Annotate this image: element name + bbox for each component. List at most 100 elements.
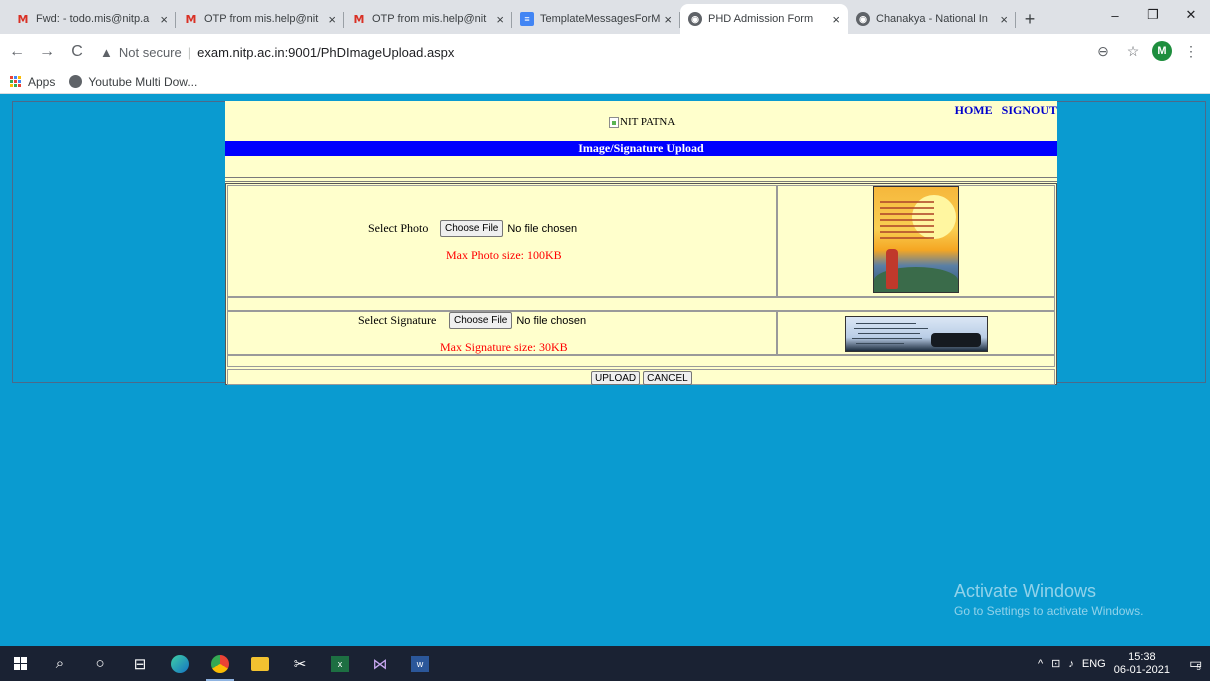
tab-close-icon[interactable]: ×	[832, 12, 840, 27]
signature-choose-file-button[interactable]: Choose File	[449, 312, 513, 329]
signature-preview-image	[845, 316, 988, 352]
address-bar[interactable]: ▲ Not secure | exam.nitp.ac.in:9001/PhDI…	[100, 41, 1080, 63]
new-tab-button[interactable]: +	[1016, 4, 1044, 34]
tab-title: OTP from mis.help@nit	[372, 13, 487, 25]
zoom-icon[interactable]: ⊖	[1092, 40, 1114, 62]
form-actions: UPLOAD CANCEL	[591, 371, 692, 385]
globe-icon	[69, 75, 83, 88]
tab-gmail-otp-2[interactable]: M OTP from mis.help@nit ×	[344, 4, 512, 34]
word-icon[interactable]: w	[400, 646, 440, 681]
photo-preview-image	[873, 186, 959, 293]
upload-button[interactable]: UPLOAD	[591, 371, 641, 385]
globe-icon: ◉	[688, 12, 702, 26]
windows-logo-icon	[13, 657, 27, 670]
warning-icon: ▲	[100, 44, 113, 60]
photo-choose-file-button[interactable]: Choose File	[440, 220, 504, 237]
tab-title: TemplateMessagesForM	[540, 13, 661, 25]
tab-phd-admission[interactable]: ◉ PHD Admission Form ×	[680, 4, 848, 34]
tab-close-icon[interactable]: ×	[160, 12, 168, 27]
signout-link[interactable]: SIGNOUT	[1002, 103, 1057, 117]
start-button[interactable]	[0, 646, 40, 681]
tab-title: Chanakya - National In	[876, 13, 988, 25]
file-explorer-icon[interactable]	[240, 646, 280, 681]
photo-file-status: No file chosen	[507, 222, 578, 235]
chevron-up-icon[interactable]: ^	[1038, 658, 1043, 670]
tab-template-messages[interactable]: ≡ TemplateMessagesForM ×	[512, 4, 680, 34]
volume-icon[interactable]: ♪	[1068, 658, 1074, 670]
tab-close-icon[interactable]: ×	[664, 12, 672, 27]
visual-studio-icon[interactable]: ⋈	[360, 646, 400, 681]
signature-file-status: No file chosen	[516, 314, 587, 327]
forward-button[interactable]: →	[34, 39, 60, 65]
upload-panel: HOME SIGNOUT NIT PATNA Image/Signature U…	[225, 101, 1057, 385]
spacer-row	[227, 355, 1055, 367]
bookmark-youtube-multi[interactable]: Youtube Multi Dow...	[69, 75, 197, 89]
nit-patna-logo: NIT PATNA	[609, 116, 675, 128]
restore-button[interactable]: ❐	[1134, 0, 1172, 30]
home-link[interactable]: HOME	[955, 103, 993, 117]
tab-title: Fwd: - todo.mis@nitp.a	[36, 13, 150, 25]
browser-toolbar: ← → C ▲ Not secure | exam.nitp.ac.in:900…	[0, 34, 1210, 70]
bookmark-label: Youtube Multi Dow...	[88, 74, 198, 89]
page-content: HOME SIGNOUT NIT PATNA Image/Signature U…	[0, 95, 1210, 646]
tab-close-icon[interactable]: ×	[496, 12, 504, 27]
tab-gmail-otp-1[interactable]: M OTP from mis.help@nit ×	[176, 4, 344, 34]
toolbar-actions: ⊖ ☆ M ⋮	[1092, 40, 1202, 62]
profile-avatar[interactable]: M	[1152, 41, 1172, 61]
excel-icon[interactable]: x	[320, 646, 360, 681]
signature-file-input[interactable]: Choose File No file chosen	[449, 312, 586, 329]
cancel-button[interactable]: CANCEL	[643, 371, 692, 385]
page-title: Image/Signature Upload	[225, 141, 1057, 156]
chrome-icon[interactable]	[200, 646, 240, 681]
tab-chanakya[interactable]: ◉ Chanakya - National In ×	[848, 4, 1016, 34]
watermark-title: Activate Windows	[954, 581, 1097, 601]
cortana-icon[interactable]: ○	[80, 646, 120, 681]
menu-icon[interactable]: ⋮	[1180, 40, 1202, 62]
signature-size-note: Max Signature size: 30KB	[440, 340, 568, 354]
docs-icon: ≡	[520, 12, 534, 26]
top-links: HOME SIGNOUT	[949, 103, 1057, 118]
clock-time: 15:38	[1128, 650, 1156, 663]
divider	[225, 181, 1057, 182]
divider	[225, 177, 1057, 178]
globe-icon: ◉	[856, 12, 870, 26]
tab-close-icon[interactable]: ×	[1000, 12, 1008, 27]
snipping-tool-icon[interactable]: ✂	[280, 646, 320, 681]
security-label: Not secure	[118, 44, 182, 60]
tab-title: PHD Admission Form	[708, 13, 814, 25]
activate-windows-watermark: Activate Windows Go to Settings to activ…	[954, 581, 1143, 618]
close-window-button[interactable]: ✕	[1172, 0, 1210, 30]
minimize-button[interactable]: –	[1096, 0, 1134, 30]
language-indicator[interactable]: ENG	[1082, 658, 1106, 670]
photo-file-input[interactable]: Choose File No file chosen	[440, 220, 577, 237]
watermark-subtitle: Go to Settings to activate Windows.	[954, 604, 1144, 618]
task-view-icon[interactable]: ⊟	[120, 646, 160, 681]
bookmark-label: Apps	[28, 74, 56, 89]
bookmark-apps[interactable]: Apps	[10, 75, 55, 89]
bookmarks-bar: Apps Youtube Multi Dow...	[0, 70, 1210, 94]
windows-taskbar: ⌕ ○ ⊟ ✂ x ⋈ w ^ ⊡ ♪ ENG 15:38 06-01-2021…	[0, 646, 1210, 681]
system-tray: ^ ⊡ ♪ ENG 15:38 06-01-2021 ▭ 5	[1038, 646, 1210, 681]
tab-title: OTP from mis.help@nit	[204, 13, 319, 25]
logo-alt-text: NIT PATNA	[620, 116, 676, 128]
search-icon[interactable]: ⌕	[40, 646, 80, 681]
reload-button[interactable]: C	[64, 39, 90, 65]
gmail-icon: M	[17, 12, 29, 26]
edge-icon[interactable]	[160, 646, 200, 681]
tab-strip: M Fwd: - todo.mis@nitp.a × M OTP from mi…	[0, 0, 1210, 34]
divider: |	[187, 44, 192, 60]
notification-count: 5	[1196, 663, 1201, 672]
notification-center-button[interactable]: ▭ 5	[1180, 646, 1210, 681]
gmail-icon: M	[353, 12, 365, 26]
bookmark-star-icon[interactable]: ☆	[1122, 40, 1144, 62]
network-icon[interactable]: ⊡	[1051, 657, 1060, 670]
clock[interactable]: 15:38 06-01-2021	[1114, 651, 1170, 677]
apps-grid-icon	[10, 75, 22, 88]
tab-gmail-fwd[interactable]: M Fwd: - todo.mis@nitp.a ×	[8, 4, 176, 34]
broken-image-icon	[609, 116, 619, 128]
tab-close-icon[interactable]: ×	[328, 12, 336, 27]
photo-label: Select Photo	[368, 221, 429, 235]
back-button[interactable]: ←	[4, 39, 30, 65]
photo-input-cell	[227, 185, 777, 297]
photo-size-note: Max Photo size: 100KB	[446, 248, 562, 262]
